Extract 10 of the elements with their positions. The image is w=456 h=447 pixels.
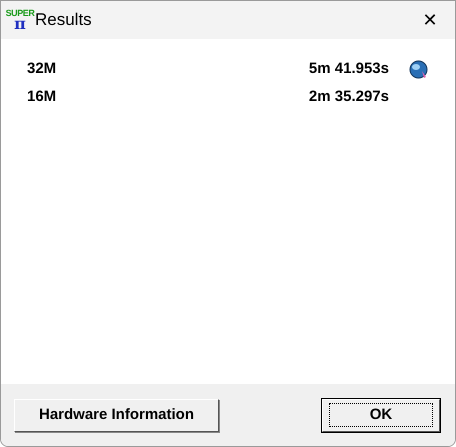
- hardware-info-button[interactable]: Hardware Information: [14, 398, 219, 432]
- size-label: 32M: [27, 59, 56, 80]
- close-button[interactable]: ✕: [407, 1, 453, 39]
- size-label: 16M: [27, 87, 56, 108]
- ok-button[interactable]: OK: [322, 398, 440, 432]
- time-label: 5m 41.953s: [308, 59, 389, 80]
- time-label: 2m 35.297s: [308, 87, 389, 108]
- logo-text: SUPER: [6, 8, 34, 18]
- logo-symbol: π: [14, 16, 26, 32]
- window-title: Results: [35, 9, 92, 32]
